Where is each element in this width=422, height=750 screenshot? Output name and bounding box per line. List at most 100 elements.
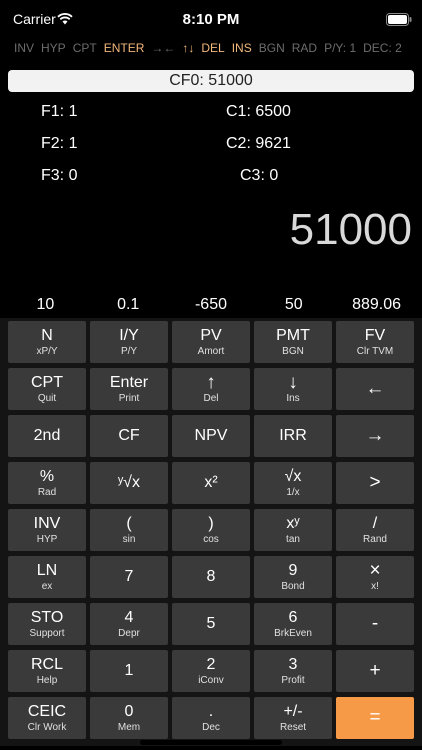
key-6-3[interactable]: 6 BrkEven — [254, 603, 332, 645]
key-primary-label: INV — [33, 514, 61, 532]
key-primary-label: ) — [208, 514, 214, 532]
indicator-0: INV — [14, 41, 35, 55]
register-c3: C3: 0 — [240, 167, 279, 184]
key-secondary-label: Depr — [118, 627, 140, 639]
key-secondary-label: Rand — [363, 533, 387, 545]
key-3-2[interactable]: x² — [172, 462, 250, 504]
indicator-3: ENTER — [103, 41, 145, 55]
key-1-3[interactable]: ↓ Ins — [254, 368, 332, 410]
register-f2: F2: 1 — [41, 135, 78, 152]
key-primary-label: 4 — [124, 608, 134, 626]
key-5-4[interactable]: × x! — [336, 556, 414, 598]
key-primary-label: √x — [284, 467, 302, 485]
key-1-1[interactable]: Enter Print — [90, 368, 168, 410]
indicator-7: INS — [231, 41, 252, 55]
key-1-2[interactable]: ↑ Del — [172, 368, 250, 410]
key-primary-label: CPT — [31, 373, 63, 391]
key-2-3[interactable]: IRR — [254, 415, 332, 457]
key-5-3[interactable]: 9 Bond — [254, 556, 332, 598]
key-primary-label: / — [372, 514, 378, 532]
key-1-0[interactable]: CPT Quit — [8, 368, 86, 410]
key-6-4[interactable]: - — [336, 603, 414, 645]
key-secondary-label: Help — [36, 674, 58, 686]
key-primary-label: xʸ — [286, 514, 300, 532]
key-primary-label: +/- — [283, 702, 303, 720]
key-primary-label: 7 — [124, 568, 134, 585]
key-4-0[interactable]: INV HYP — [8, 509, 86, 551]
key-primary-label: 2nd — [33, 427, 61, 444]
key-3-0[interactable]: % Rad — [8, 462, 86, 504]
key-5-1[interactable]: 7 — [90, 556, 168, 598]
indicator-1: HYP — [41, 41, 66, 55]
key-secondary-label: BGN — [282, 345, 304, 357]
key-7-3[interactable]: 3 Profit — [254, 650, 332, 692]
key-8-1[interactable]: 0 Mem — [90, 697, 168, 739]
key-7-1[interactable]: 1 — [90, 650, 168, 692]
key-primary-label: IRR — [279, 427, 307, 444]
key-4-4[interactable]: / Rand — [336, 509, 414, 551]
indicator-9: RAD — [291, 41, 318, 55]
key-5-2[interactable]: 8 — [172, 556, 250, 598]
key-primary-label: . — [208, 702, 214, 720]
key-6-0[interactable]: STO Support — [8, 603, 86, 645]
key-3-4[interactable]: > — [336, 462, 414, 504]
key-7-2[interactable]: 2 iConv — [172, 650, 250, 692]
register-c1: C1: 6500 — [226, 103, 291, 120]
key-0-4[interactable]: FV Clr TVM — [336, 321, 414, 363]
register-f3: F3: 0 — [41, 167, 78, 184]
key-0-2[interactable]: PV Amort — [172, 321, 250, 363]
key-primary-label: 3 — [288, 655, 298, 673]
memory-iy: 0.1 — [117, 296, 140, 313]
key-0-3[interactable]: PMT BGN — [254, 321, 332, 363]
key-primary-label: % — [39, 467, 55, 485]
key-0-0[interactable]: NxP/Y — [8, 321, 86, 363]
key-secondary-label: Del — [203, 392, 219, 404]
key-primary-label: + — [369, 660, 381, 681]
key-2-4[interactable]: → — [336, 415, 414, 457]
key-secondary-label: BrkEven — [274, 627, 312, 639]
key-6-2[interactable]: 5 — [172, 603, 250, 645]
key-6-1[interactable]: 4 Depr — [90, 603, 168, 645]
key-4-2[interactable]: ) cos — [172, 509, 250, 551]
key-4-3[interactable]: xʸ tan — [254, 509, 332, 551]
key-0-1[interactable]: I/Y P/Y — [90, 321, 168, 363]
key-primary-label: 2 — [206, 655, 216, 673]
key-8-0[interactable]: CEIC Clr Work — [8, 697, 86, 739]
key-4-1[interactable]: (sin — [90, 509, 168, 551]
status-bar: Carrier 8:10 PM — [0, 0, 422, 40]
key-secondary-label: tan — [286, 533, 300, 545]
key-7-4[interactable]: + — [336, 650, 414, 692]
key-primary-label: 0 — [124, 702, 134, 720]
key-primary-label: > — [369, 472, 381, 493]
key-secondary-label: Bond — [281, 580, 305, 592]
key-7-0[interactable]: RCL Help — [8, 650, 86, 692]
memory-fv: 889.06 — [352, 296, 402, 313]
key-2-1[interactable]: CF — [90, 415, 168, 457]
main-display: 51000 — [289, 205, 412, 254]
key-primary-label: = — [369, 707, 381, 728]
key-3-3[interactable]: √x 1/x — [254, 462, 332, 504]
key-primary-label: ← — [365, 378, 385, 399]
key-primary-label: NPV — [194, 427, 228, 444]
key-8-2[interactable]: . Dec — [172, 697, 250, 739]
key-primary-label: CF — [118, 427, 140, 444]
memory-pv: -650 — [194, 296, 227, 313]
key-5-0[interactable]: LN ex — [8, 556, 86, 598]
key-8-4[interactable]: = — [336, 697, 414, 739]
key-primary-label: 5 — [206, 615, 216, 632]
key-1-4[interactable]: ← — [336, 368, 414, 410]
status-time: 8:10 PM — [182, 11, 240, 28]
key-secondary-label: x! — [371, 580, 379, 592]
key-secondary-label: iConv — [198, 674, 224, 686]
key-secondary-label: Profit — [281, 674, 305, 686]
key-secondary-label: Amort — [197, 345, 225, 357]
key-primary-label: FV — [364, 326, 386, 344]
key-3-1[interactable]: ʸ√x — [90, 462, 168, 504]
key-primary-label: × — [369, 559, 381, 581]
key-secondary-label: Print — [118, 392, 140, 404]
key-8-3[interactable]: +/- Reset — [254, 697, 332, 739]
key-secondary-label: cos — [203, 533, 219, 545]
key-2-2[interactable]: NPV — [172, 415, 250, 457]
mode-indicators: INV HYP CPT ENTER →← ↑↓ DEL INS BGN RAD P/Y: 1 DEC:… — [14, 41, 409, 57]
key-2-0[interactable]: 2nd — [8, 415, 86, 457]
